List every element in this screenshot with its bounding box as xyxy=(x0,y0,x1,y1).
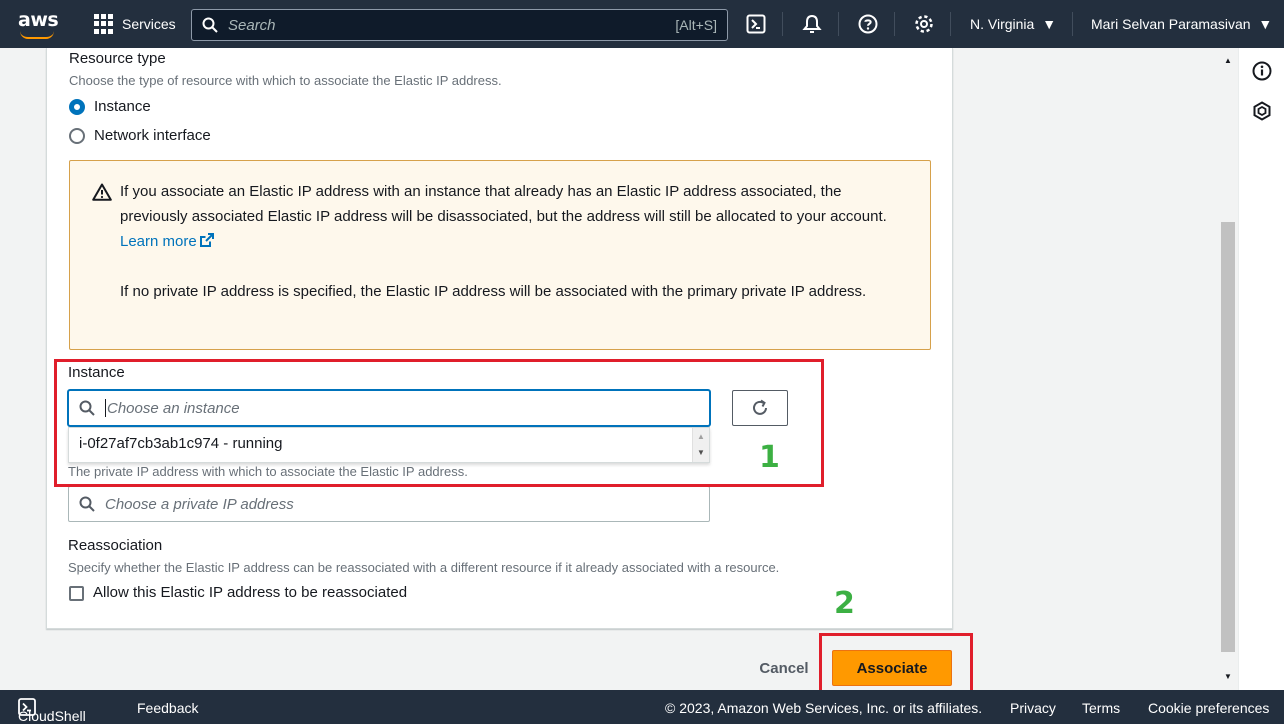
reassociation-description: Specify whether the Elastic IP address c… xyxy=(68,560,780,575)
private-ip-placeholder: Choose a private IP address xyxy=(105,495,294,513)
page-scrollbar[interactable]: ▲ ▼ xyxy=(1218,48,1238,690)
scroll-down-icon[interactable]: ▼ xyxy=(1224,672,1232,681)
cookie-preferences-link[interactable]: Cookie preferences xyxy=(1148,700,1269,716)
radio-instance[interactable] xyxy=(69,99,85,115)
account-name: Mari Selvan Paramasivan xyxy=(1091,16,1251,32)
services-menu-button[interactable]: Services xyxy=(94,14,176,34)
scroll-up-icon[interactable]: ▲ xyxy=(1224,56,1232,65)
associate-button[interactable]: Associate xyxy=(832,650,952,686)
radio-instance-label[interactable]: Instance xyxy=(94,98,151,115)
private-ip-input[interactable]: Choose a private IP address xyxy=(68,486,710,522)
region-selector[interactable]: N. Virginia ▼ xyxy=(970,16,1056,32)
hexagon-icon[interactable] xyxy=(1251,100,1273,122)
annotation-step-2: 2 xyxy=(834,586,855,621)
alert-paragraph-1: If you associate an Elastic IP address w… xyxy=(120,179,900,254)
copyright-text: © 2023, Amazon Web Services, Inc. or its… xyxy=(665,700,983,716)
search-icon xyxy=(202,17,218,33)
radio-network-interface[interactable] xyxy=(69,128,85,144)
alert-text-2: If no private IP address is specified, t… xyxy=(120,283,867,300)
cloudshell-label: CloudShell xyxy=(18,708,86,724)
caret-down-icon: ▼ xyxy=(1042,16,1057,32)
feedback-link[interactable]: Feedback xyxy=(137,700,198,716)
top-navigation: aws Services Search [Alt+S] N. Virginia … xyxy=(0,0,1284,48)
privacy-link[interactable]: Privacy xyxy=(1010,700,1056,716)
reassociation-label: Reassociation xyxy=(68,537,163,554)
annotation-step-1: 1 xyxy=(759,440,780,475)
search-input[interactable]: Search [Alt+S] xyxy=(191,9,728,41)
cloudshell-icon[interactable] xyxy=(744,12,768,36)
cloudshell-footer-button[interactable]: CloudShell xyxy=(18,698,86,724)
account-menu[interactable]: Mari Selvan Paramasivan ▼ xyxy=(1091,16,1272,32)
reassociation-checkbox-label[interactable]: Allow this Elastic IP address to be reas… xyxy=(93,584,407,601)
search-placeholder: Search xyxy=(228,16,276,34)
gear-icon[interactable] xyxy=(912,12,936,36)
grid-icon xyxy=(94,14,114,34)
resource-type-label: Resource type xyxy=(69,50,166,67)
reassociation-checkbox[interactable] xyxy=(69,586,84,601)
aws-logo-text: aws xyxy=(18,9,59,31)
form-panel: Resource type Choose the type of resourc… xyxy=(46,48,953,629)
terms-link[interactable]: Terms xyxy=(1082,700,1120,716)
bell-icon[interactable] xyxy=(800,12,824,36)
alert-text-1: If you associate an Elastic IP address w… xyxy=(120,183,887,225)
caret-down-icon: ▼ xyxy=(1258,16,1273,32)
info-alert: If you associate an Elastic IP address w… xyxy=(69,160,931,350)
console-footer: CloudShell Feedback © 2023, Amazon Web S… xyxy=(0,690,1284,724)
info-icon[interactable] xyxy=(1251,60,1273,82)
annotation-box-1 xyxy=(54,359,824,487)
warning-icon xyxy=(92,183,112,201)
help-icon[interactable] xyxy=(856,12,880,36)
search-icon xyxy=(79,496,95,512)
radio-network-interface-label[interactable]: Network interface xyxy=(94,127,211,144)
aws-logo[interactable]: aws xyxy=(18,9,62,39)
search-shortcut: [Alt+S] xyxy=(675,17,717,33)
tools-panel xyxy=(1238,48,1284,690)
learn-more-link[interactable]: Learn more xyxy=(120,233,215,250)
region-label: N. Virginia xyxy=(970,16,1035,32)
learn-more-label: Learn more xyxy=(120,233,197,250)
external-link-icon xyxy=(199,233,214,247)
cancel-button[interactable]: Cancel xyxy=(750,656,818,680)
services-label: Services xyxy=(122,16,176,32)
resource-type-description: Choose the type of resource with which t… xyxy=(69,73,502,88)
scrollbar-thumb[interactable] xyxy=(1221,222,1235,652)
